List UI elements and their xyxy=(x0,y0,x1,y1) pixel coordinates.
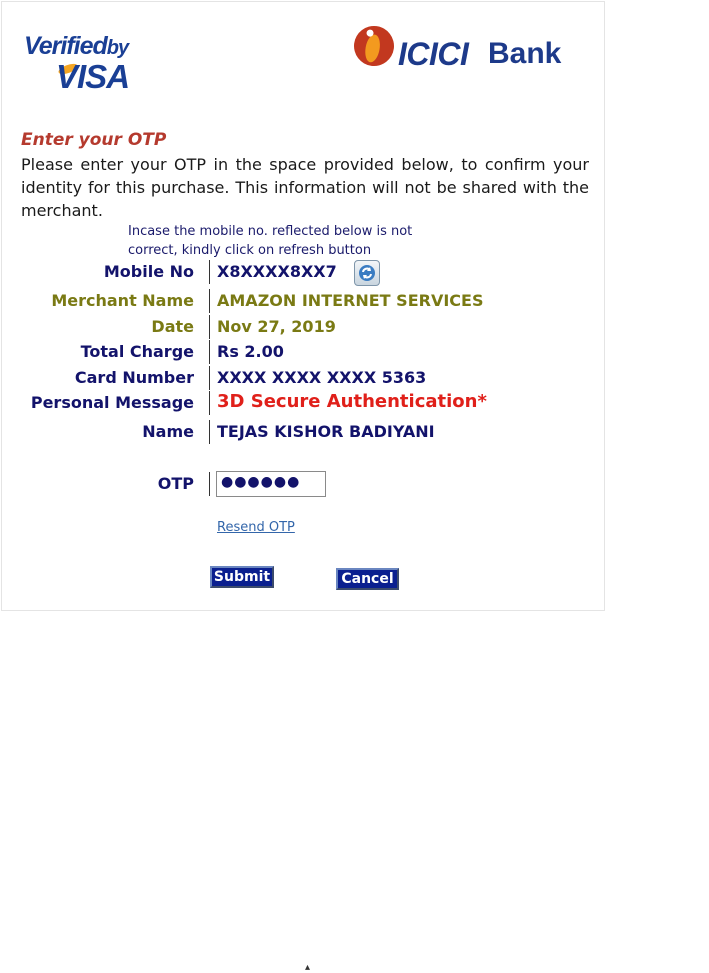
field-row-name: Name TEJAS KISHOR BADIYANI xyxy=(2,420,602,444)
divider xyxy=(209,391,210,415)
resend-otp-link[interactable]: Resend OTP xyxy=(217,520,295,535)
divider xyxy=(209,472,210,496)
field-value-date: Nov 27, 2019 xyxy=(217,317,336,336)
field-value-merchant: AMAZON INTERNET SERVICES xyxy=(217,291,484,310)
field-value-mobile: X8XXXX8XX7 xyxy=(217,262,337,281)
divider xyxy=(209,340,210,364)
instructions-text: Please enter your OTP in the space provi… xyxy=(21,155,589,220)
field-row-card-number: Card Number XXXX XXXX XXXX 5363 xyxy=(2,366,602,390)
field-row-personal-message: Personal Message 3D Secure Authenticatio… xyxy=(2,391,602,415)
field-label: Card Number xyxy=(74,368,194,387)
icici-bank-logo: ICICI Bank xyxy=(349,21,594,76)
field-value-name: TEJAS KISHOR BADIYANI xyxy=(217,422,435,441)
bank-suffix-text: Bank xyxy=(488,37,562,70)
field-value-personal-message: 3D Secure Authentication* xyxy=(217,391,487,412)
vbv-visa-text: VISA xyxy=(56,58,130,95)
verified-by-visa-logo: Verifiedby VISA xyxy=(24,32,164,95)
refresh-note: Incase the mobile no. reflected below is… xyxy=(128,224,413,258)
field-value-total-charge: Rs 2.00 xyxy=(217,342,284,361)
divider xyxy=(209,289,210,313)
field-row-date: Date Nov 27, 2019 xyxy=(2,315,602,339)
vbv-by-text: by xyxy=(106,37,129,59)
submit-button[interactable]: Submit xyxy=(210,566,274,588)
field-label: Date xyxy=(151,317,194,336)
refresh-icon xyxy=(359,265,375,281)
divider xyxy=(209,260,210,284)
divider xyxy=(209,315,210,339)
otp-input[interactable]: ●●●●●● xyxy=(216,471,326,497)
bank-name-text: ICICI xyxy=(398,36,469,72)
field-label: Name xyxy=(142,422,194,441)
vbv-verified-text: Verified xyxy=(24,32,108,60)
icici-emblem-icon xyxy=(349,21,399,71)
divider xyxy=(209,420,210,444)
otp-label: OTP xyxy=(157,474,194,493)
cancel-button[interactable]: Cancel xyxy=(336,568,399,590)
field-label: Mobile No xyxy=(103,262,194,281)
page-title: Enter your OTP xyxy=(21,130,167,150)
otp-panel: Verifiedby VISA ICICI Bank Enter your OT… xyxy=(1,1,605,611)
divider xyxy=(209,366,210,390)
mouse-cursor-icon: ▴ xyxy=(305,962,311,973)
field-label: Total Charge xyxy=(80,342,194,361)
field-value-card-number: XXXX XXXX XXXX 5363 xyxy=(217,368,427,387)
field-row-total-charge: Total Charge Rs 2.00 xyxy=(2,340,602,364)
field-label: Personal Message xyxy=(30,393,194,412)
field-row-merchant: Merchant Name AMAZON INTERNET SERVICES xyxy=(2,289,602,313)
refresh-mobile-button[interactable] xyxy=(354,260,380,286)
field-label: Merchant Name xyxy=(51,291,194,310)
field-row-mobile: Mobile No X8XXXX8XX7 xyxy=(2,260,602,284)
